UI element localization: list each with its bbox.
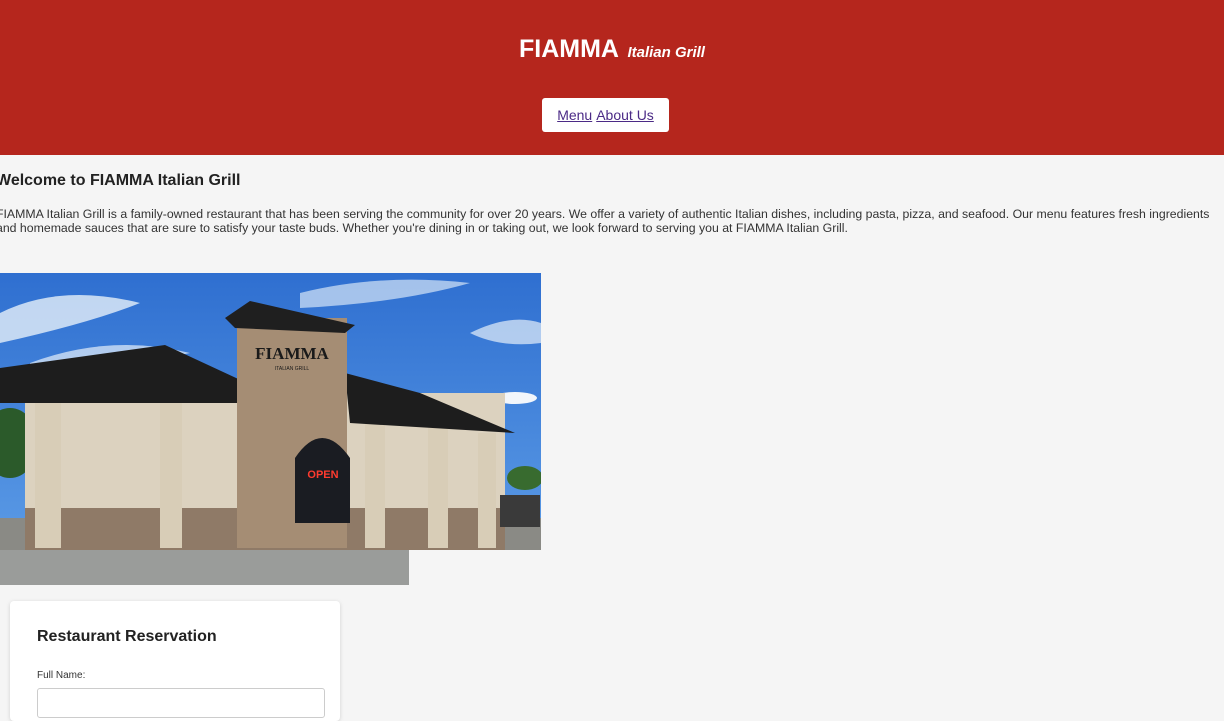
nav-link-menu[interactable]: Menu: [557, 107, 592, 123]
brand: FIAMMA Italian Grill: [0, 35, 1224, 64]
reservation-card: Restaurant Reservation Full Name:: [10, 601, 340, 721]
building-sign-subtext: ITALIAN GRILL: [275, 366, 310, 372]
open-sign: OPEN: [307, 469, 338, 481]
full-name-input[interactable]: [37, 688, 325, 718]
brand-name: FIAMMA: [519, 35, 619, 63]
welcome-text: FIAMMA Italian Grill is a family-owned r…: [0, 207, 1210, 235]
restaurant-photo: FIAMMA ITALIAN GRILL OPEN: [0, 273, 541, 585]
site-header: FIAMMA Italian Grill Menu About Us: [0, 0, 1224, 155]
full-name-label: Full Name:: [37, 670, 86, 681]
brand-tagline: Italian Grill: [627, 44, 705, 61]
reservation-title: Restaurant Reservation: [37, 628, 217, 645]
nav-link-about-us[interactable]: About Us: [596, 107, 654, 123]
building-sign-text: FIAMMA: [255, 344, 329, 363]
welcome-title: Welcome to FIAMMA Italian Grill: [0, 172, 241, 189]
main-nav: Menu About Us: [542, 98, 669, 132]
